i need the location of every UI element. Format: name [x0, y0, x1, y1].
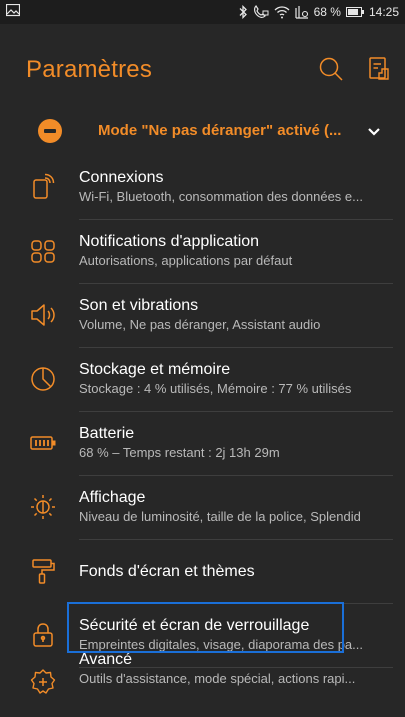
lock-icon [29, 621, 57, 649]
wifi-icon [274, 5, 290, 19]
setting-item-advanced[interactable]: Avancé Outils d'assistance, mode spécial… [0, 650, 405, 714]
setting-title: Sécurité et écran de verrouillage [79, 617, 310, 634]
display-icon [29, 493, 57, 521]
feedback-icon [369, 57, 389, 80]
battery-percent: 68 % [313, 5, 341, 19]
setting-title: Batterie [79, 425, 135, 442]
setting-title: Fonds d'écran et thèmes [79, 563, 255, 580]
search-icon [319, 57, 343, 81]
page-title: Paramètres [26, 56, 153, 83]
sound-icon [29, 301, 57, 329]
setting-title: Notifications d'application [79, 233, 260, 250]
setting-item-display[interactable]: Affichage Niveau de luminosité, taille d… [0, 476, 405, 540]
call-icon [253, 5, 269, 19]
search-button[interactable] [317, 55, 345, 83]
setting-title: Stockage et mémoire [79, 361, 231, 378]
app-notifications-icon [29, 237, 57, 265]
signal-icon [295, 5, 309, 19]
battery-status-icon [345, 7, 364, 17]
setting-subtitle: Autorisations, applications par défaut [79, 253, 293, 268]
battery-icon [29, 429, 57, 457]
advanced-icon [29, 668, 57, 696]
feedback-button[interactable] [365, 55, 393, 83]
clock: 14:25 [368, 5, 399, 19]
setting-title: Avancé [79, 651, 133, 668]
chevron-down-icon[interactable] [365, 123, 383, 141]
setting-item-wallpaper-themes[interactable]: Fonds d'écran et thèmes [0, 540, 405, 604]
app-header: Paramètres [0, 24, 405, 112]
bluetooth-icon [238, 5, 248, 19]
do-not-disturb-label: Mode "Ne pas déranger" activé (... [98, 122, 342, 139]
setting-item-sound[interactable]: Son et vibrations Volume, Ne pas dérange… [0, 284, 405, 348]
setting-subtitle: Wi-Fi, Bluetooth, consommation des donné… [79, 189, 363, 204]
setting-subtitle: 68 % – Temps restant : 2j 13h 29m [79, 445, 280, 460]
connections-icon [29, 173, 57, 201]
setting-subtitle: Stockage : 4 % utilisés, Mémoire : 77 % … [79, 381, 352, 396]
setting-item-connections[interactable]: Connexions Wi-Fi, Bluetooth, consommatio… [0, 156, 405, 220]
setting-subtitle: Volume, Ne pas déranger, Assistant audio [79, 317, 321, 332]
setting-subtitle: Niveau de luminosité, taille de la polic… [79, 509, 361, 524]
setting-title: Son et vibrations [79, 297, 199, 314]
do-not-disturb-banner[interactable]: Mode "Ne pas déranger" activé (... [0, 108, 405, 154]
status-bar: 68 % 14:25 [0, 0, 405, 24]
setting-item-app-notifications[interactable]: Notifications d'application Autorisation… [0, 220, 405, 284]
gallery-notification-icon [6, 4, 20, 17]
do-not-disturb-icon [38, 119, 62, 143]
setting-item-storage[interactable]: Stockage et mémoire Stockage : 4 % utili… [0, 348, 405, 412]
wallpaper-themes-icon [29, 557, 57, 585]
setting-title: Affichage [79, 489, 146, 506]
setting-subtitle: Outils d'assistance, mode spécial, actio… [79, 671, 356, 686]
setting-item-battery[interactable]: Batterie 68 % – Temps restant : 2j 13h 2… [0, 412, 405, 476]
storage-icon [29, 365, 57, 393]
setting-title: Connexions [79, 169, 164, 186]
